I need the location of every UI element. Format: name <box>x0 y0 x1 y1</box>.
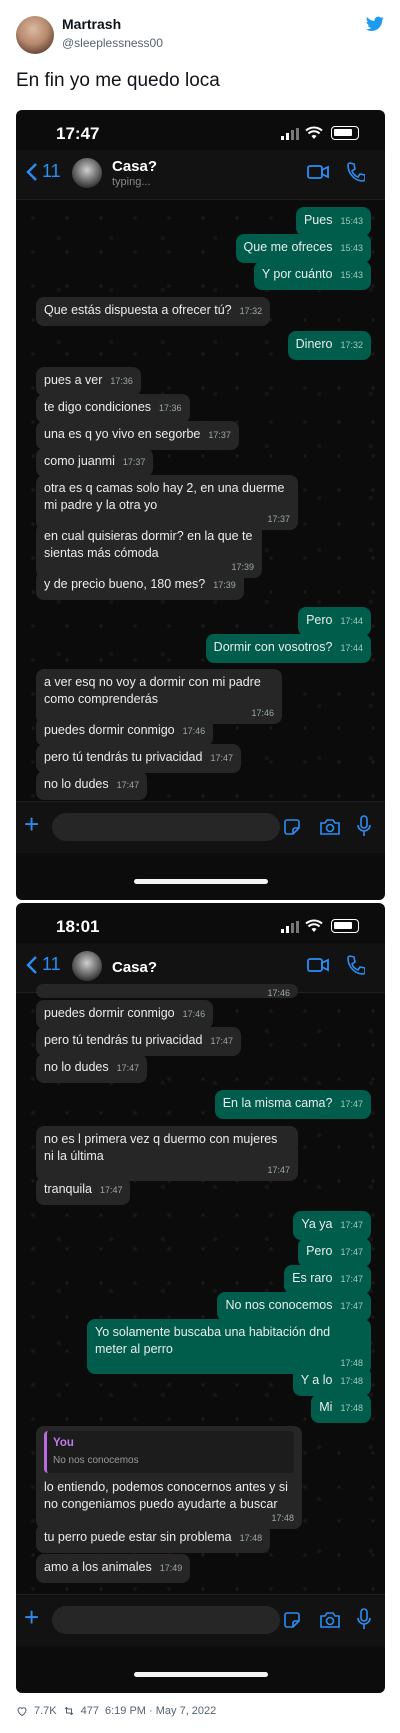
message-incoming[interactable]: en cual quisieras dormir? en la que te s… <box>36 523 262 578</box>
camera-icon[interactable] <box>319 1611 341 1629</box>
message-outgoing[interactable]: Yo solamente buscaba una habitación dnd … <box>87 1319 371 1374</box>
like-count: 7.7K <box>34 1705 57 1717</box>
message-incoming[interactable]: no lo dudes 17:47 <box>36 1054 148 1083</box>
tweet-text: En fin yo me quedo loca <box>16 70 220 91</box>
author-avatar[interactable] <box>16 16 54 54</box>
message-incoming[interactable]: amo a los animales 17:49 <box>36 1554 191 1583</box>
heart-icon[interactable] <box>16 1705 28 1717</box>
video-call-icon[interactable] <box>307 163 329 181</box>
message-incoming[interactable]: puedes dormir conmigo 17:46 <box>36 717 214 746</box>
message-incoming[interactable]: no es l primera vez q duermo con mujeres… <box>36 1126 298 1181</box>
status-bar: 18:01 <box>16 903 385 943</box>
battery-icon <box>331 919 359 933</box>
contact-avatar[interactable] <box>72 158 102 188</box>
composer-bar: + <box>16 801 385 853</box>
message-outgoing[interactable]: En la misma cama? 17:47 <box>214 1090 371 1119</box>
message-incoming-reply[interactable]: You No nos conocemos lo entiendo, podemo… <box>36 1426 302 1529</box>
message-incoming[interactable]: Que estás dispuesta a ofrecer tú? 17:32 <box>36 297 271 326</box>
phone-call-icon[interactable] <box>347 955 365 975</box>
message-incoming[interactable]: pero tú tendrás tu privacidad 17:47 <box>36 1027 241 1056</box>
message-list: 17:46 puedes dormir conmigo 17:46 pero tú… <box>16 984 385 1594</box>
signal-icon <box>281 128 299 140</box>
battery-icon <box>331 126 359 140</box>
message-incoming[interactable]: no lo dudes 17:47 <box>36 771 148 800</box>
message-outgoing[interactable]: Pero 17:44 <box>298 607 371 636</box>
chat-screenshot-1: 17:47 11 Casa? typing... Pues 15:43 Que m… <box>16 110 385 900</box>
message-outgoing[interactable]: Pero 17:47 <box>298 1238 371 1267</box>
tweet-header: Martrash @sleeplessness00 <box>16 14 384 54</box>
home-indicator <box>134 879 268 884</box>
author-name[interactable]: Martrash <box>62 16 121 32</box>
message-incoming[interactable]: y de precio bueno, 180 mes? 17:39 <box>36 571 244 600</box>
microphone-icon[interactable] <box>357 1608 371 1630</box>
plus-icon[interactable]: + <box>24 1604 39 1630</box>
twitter-bird-icon <box>366 16 384 31</box>
status-time: 17:47 <box>56 124 100 143</box>
unread-count: 11 <box>42 161 61 181</box>
composer-bar: + <box>16 1594 385 1646</box>
chat-header: 11 Casa? typing... <box>16 150 385 200</box>
chat-screenshot-2: 18:01 11 Casa? 17:46 puedes dormir conmi… <box>16 903 385 1693</box>
message-outgoing[interactable]: Mi 17:48 <box>311 1394 371 1423</box>
retweet-count: 477 <box>80 1705 99 1717</box>
tweet-footer: 7.7K 477 6:19 PM · May 7, 2022 <box>16 1705 216 1717</box>
wifi-icon <box>305 919 323 932</box>
video-call-icon[interactable] <box>307 956 329 974</box>
message-incoming[interactable]: una es q yo vivo en segorbe 17:37 <box>36 421 239 450</box>
message-list: Pues 15:43 Que me ofreces 15:43 Y por cuán… <box>16 201 385 801</box>
back-button[interactable]: 11 <box>26 161 61 182</box>
plus-icon[interactable]: + <box>24 811 39 837</box>
message-outgoing[interactable]: No nos conocemos 17:47 <box>217 1292 371 1321</box>
message-outgoing[interactable]: Y a lo 17:48 <box>292 1367 371 1396</box>
message-incoming[interactable]: te digo condiciones 17:36 <box>36 394 190 423</box>
phone-call-icon[interactable] <box>347 162 365 182</box>
message-input[interactable] <box>52 1606 280 1634</box>
author-handle[interactable]: @sleeplessness00 <box>62 36 163 50</box>
quoted-author: You <box>53 1437 74 1449</box>
message-incoming[interactable]: como juanmi 17:37 <box>36 448 154 477</box>
message-outgoing[interactable]: Dormir con vosotros? 17:44 <box>205 634 371 663</box>
unread-count: 11 <box>42 954 61 974</box>
quoted-message[interactable]: You No nos conocemos <box>44 1431 294 1473</box>
message-outgoing[interactable]: Y por cuánto 15:43 <box>253 261 371 290</box>
message-incoming[interactable]: tranquila 17:47 <box>36 1176 131 1205</box>
message-incoming[interactable]: a ver esq no voy a dormir con mi padre c… <box>36 669 282 724</box>
home-indicator <box>134 1672 268 1677</box>
status-time: 18:01 <box>56 917 100 936</box>
chevron-left-icon <box>26 955 37 974</box>
wifi-icon <box>305 126 323 139</box>
message-outgoing[interactable]: Pues 15:43 <box>295 207 371 236</box>
message-input[interactable] <box>52 813 280 841</box>
camera-icon[interactable] <box>319 818 341 836</box>
status-bar: 17:47 <box>16 110 385 150</box>
contact-name[interactable]: Casa? <box>112 959 157 976</box>
message-incoming[interactable]: pero tú tendrás tu privacidad 17:47 <box>36 744 241 773</box>
message-incoming[interactable]: pues a ver 17:36 <box>36 367 141 396</box>
contact-status: typing... <box>112 176 151 188</box>
signal-icon <box>281 921 299 933</box>
tweet-date[interactable]: 6:19 PM · May 7, 2022 <box>105 1705 216 1717</box>
message-outgoing[interactable]: Dinero 17:32 <box>287 331 371 360</box>
sticker-icon[interactable] <box>283 1611 301 1629</box>
message-incoming[interactable]: tu perro puede estar sin problema 17:48 <box>36 1524 271 1553</box>
retweet-icon[interactable] <box>63 1705 75 1717</box>
message-incoming-cut: 17:46 <box>36 984 298 998</box>
contact-name[interactable]: Casa? <box>112 158 157 175</box>
message-incoming[interactable]: otra es q camas solo hay 2, en una duerm… <box>36 475 298 530</box>
message-outgoing[interactable]: Que me ofreces 15:43 <box>235 234 371 263</box>
microphone-icon[interactable] <box>357 815 371 837</box>
message-outgoing[interactable]: Es raro 17:47 <box>284 1265 371 1294</box>
quoted-text: No nos conocemos <box>53 1455 139 1466</box>
chevron-left-icon <box>26 162 37 181</box>
back-button[interactable]: 11 <box>26 954 61 975</box>
message-incoming[interactable]: puedes dormir conmigo 17:46 <box>36 1000 214 1029</box>
contact-avatar[interactable] <box>72 951 102 981</box>
sticker-icon[interactable] <box>283 818 301 836</box>
message-outgoing[interactable]: Ya ya 17:47 <box>293 1211 371 1240</box>
